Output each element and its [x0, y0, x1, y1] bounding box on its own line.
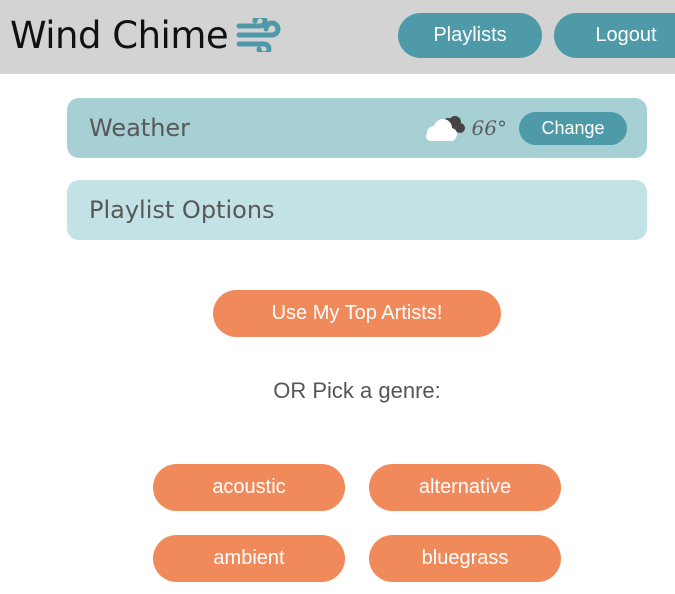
genre-button-ambient[interactable]: ambient [153, 535, 345, 582]
genre-label: bluegrass [421, 547, 509, 569]
logout-button[interactable]: Logout [554, 13, 675, 58]
playlists-button-label: Playlists [433, 24, 507, 46]
weather-summary: 66° Change [422, 98, 627, 158]
partly-cloudy-icon [425, 116, 465, 141]
top-header-bar: Wind Chime Playlists Logout [0, 0, 675, 74]
change-button-label: Change [541, 117, 605, 138]
temperature-value: 66° [471, 116, 507, 140]
use-top-artists-button[interactable]: Use My Top Artists! [213, 290, 501, 337]
wind-icon [236, 18, 281, 52]
genre-button-alternative[interactable]: alternative [369, 464, 561, 511]
brand: Wind Chime [10, 10, 282, 60]
genre-label: alternative [418, 476, 512, 498]
genre-label: ambient [213, 547, 285, 569]
pick-genre-prompt: OR Pick a genre: [273, 378, 441, 403]
genre-button-acoustic[interactable]: acoustic [153, 464, 345, 511]
playlist-options-panel[interactable]: Playlist Options [67, 180, 647, 240]
genre-label: acoustic [212, 476, 286, 498]
logout-button-label: Logout [595, 24, 657, 46]
genre-button-bluegrass[interactable]: bluegrass [369, 535, 561, 582]
change-weather-button[interactable]: Change [519, 111, 627, 145]
playlists-button[interactable]: Playlists [398, 13, 542, 58]
weather-panel: Weather 66° Change [67, 98, 647, 158]
weather-title: Weather [89, 114, 191, 142]
playlist-options-title: Playlist Options [89, 196, 275, 224]
app-title: Wind Chime [10, 13, 229, 57]
use-top-artists-label: Use My Top Artists! [271, 302, 443, 324]
